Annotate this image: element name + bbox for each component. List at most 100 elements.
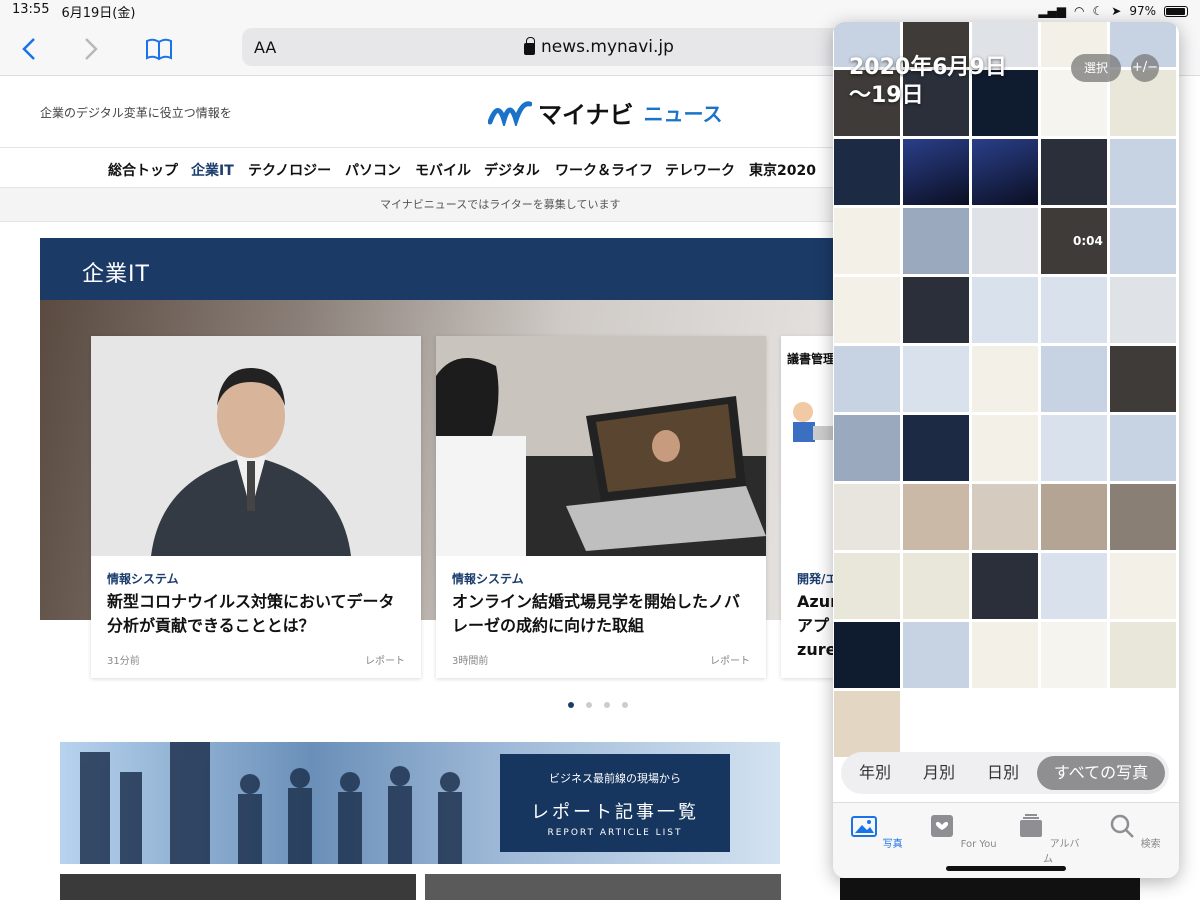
photo-thumbnail[interactable]: [902, 207, 970, 275]
location-icon: ➤: [1111, 4, 1122, 18]
address-bar[interactable]: AA news.mynavi.jp: [242, 28, 862, 66]
photo-thumbnail[interactable]: [833, 276, 901, 344]
article-category: 開発/エ: [797, 572, 838, 586]
segment-all-photos[interactable]: すべての写真: [1037, 756, 1165, 790]
nav-item-tokyo2020[interactable]: 東京2020: [749, 160, 816, 180]
report-title: レポート記事一覧: [531, 802, 699, 823]
photo-thumbnail[interactable]: [833, 345, 901, 413]
photos-view-segmented-control: 年別 月別 日別 すべての写真: [841, 752, 1169, 794]
photo-thumbnail[interactable]: [971, 207, 1039, 275]
battery-icon: [1164, 5, 1188, 17]
photo-thumbnail[interactable]: [971, 552, 1039, 620]
nav-item-top[interactable]: 総合トップ: [108, 160, 178, 180]
photo-thumbnail[interactable]: [1109, 345, 1177, 413]
site-logo[interactable]: マイナビ ニュース: [488, 92, 723, 132]
select-button[interactable]: 選択: [1071, 54, 1121, 82]
photo-thumbnail[interactable]: [971, 138, 1039, 206]
photo-thumbnail[interactable]: [1109, 276, 1177, 344]
carousel-dot[interactable]: [604, 702, 610, 708]
site-header: 企業のデジタル変革に役立つ情報を マイナビ ニュース: [0, 76, 860, 148]
recruit-notice[interactable]: マイナビニュースではライターを募集しています: [0, 188, 860, 222]
photo-thumbnail[interactable]: [902, 483, 970, 551]
segment-years[interactable]: 年別: [845, 756, 905, 790]
photo-thumbnail[interactable]: [1040, 552, 1108, 620]
back-button[interactable]: [14, 34, 44, 64]
site-tagline: 企業のデジタル変革に役立つ情報を: [40, 106, 232, 120]
photo-thumbnail[interactable]: [1109, 414, 1177, 482]
tab-for-you[interactable]: For You: [927, 811, 997, 850]
article-card[interactable]: 情報システム オンライン結婚式場見学を開始したノバレーゼの成約に向けた取組 3時…: [436, 336, 766, 678]
photo-thumbnail[interactable]: [1040, 138, 1108, 206]
photo-thumbnail[interactable]: [1109, 138, 1177, 206]
photos-date-range: 2020年6月9日 〜19日: [849, 54, 1007, 110]
photo-thumbnail[interactable]: [833, 690, 901, 758]
photo-thumbnail[interactable]: [1040, 621, 1108, 689]
home-indicator[interactable]: [946, 866, 1066, 871]
nav-item-technology[interactable]: テクノロジー: [248, 160, 331, 180]
photo-thumbnail[interactable]: [1109, 483, 1177, 551]
search-icon: [1111, 814, 1135, 838]
photo-thumbnail[interactable]: [971, 345, 1039, 413]
photo-thumbnail[interactable]: [971, 276, 1039, 344]
report-subtitle: ビジネス最前線の現場から: [549, 772, 681, 785]
photo-thumbnail[interactable]: [1109, 207, 1177, 275]
segment-days[interactable]: 日別: [973, 756, 1033, 790]
tab-search[interactable]: 検索: [1099, 811, 1169, 850]
photo-thumbnail[interactable]: [1040, 345, 1108, 413]
article-thumbnail[interactable]: [60, 874, 416, 900]
photo-thumbnail[interactable]: [1040, 414, 1108, 482]
photo-thumbnail[interactable]: [833, 207, 901, 275]
photo-thumbnail[interactable]: [833, 138, 901, 206]
photo-thumbnail[interactable]: [971, 483, 1039, 551]
article-title[interactable]: オンライン結婚式場見学を開始したノバレーゼの成約に向けた取組: [452, 590, 752, 638]
photo-thumbnail[interactable]: [833, 552, 901, 620]
nav-item-digital[interactable]: デジタル: [484, 160, 540, 180]
reader-settings-button[interactable]: AA: [254, 38, 276, 57]
photo-thumbnail[interactable]: [833, 483, 901, 551]
tab-albums[interactable]: アルバム: [1013, 811, 1083, 865]
article-type: レポート: [365, 656, 405, 667]
tab-label: 検索: [1140, 839, 1161, 850]
photo-thumbnail[interactable]: [902, 621, 970, 689]
carousel-dot[interactable]: [568, 702, 574, 708]
wifi-icon: ◠: [1074, 4, 1085, 18]
battery-percent: 97%: [1129, 4, 1156, 18]
forward-button[interactable]: [76, 34, 106, 64]
nav-item-enterprise-it[interactable]: 企業IT: [191, 160, 234, 192]
article-type: レポート: [710, 656, 750, 667]
photo-thumbnail[interactable]: [971, 621, 1039, 689]
report-list-box[interactable]: ビジネス最前線の現場から レポート記事一覧 REPORT ARTICLE LIS…: [500, 754, 730, 852]
report-banner[interactable]: ビジネス最前線の現場から レポート記事一覧 REPORT ARTICLE LIS…: [60, 742, 780, 864]
nav-item-mobile[interactable]: モバイル: [415, 160, 471, 180]
photo-thumbnail[interactable]: [1109, 552, 1177, 620]
article-image: [436, 336, 766, 556]
nav-item-pc[interactable]: パソコン: [345, 160, 401, 180]
status-date: 6月19日(金): [61, 5, 136, 21]
bookmarks-button[interactable]: [144, 34, 174, 64]
photo-thumbnail[interactable]: [902, 276, 970, 344]
logo-sub-text: ニュース: [643, 101, 723, 126]
article-card[interactable]: 情報システム 新型コロナウイルス対策においてデータ分析が貢献できることとは？ 3…: [91, 336, 421, 678]
carousel-dot[interactable]: [586, 702, 592, 708]
carousel-dot[interactable]: [622, 702, 628, 708]
photo-thumbnail[interactable]: [902, 414, 970, 482]
photo-thumbnail[interactable]: [902, 552, 970, 620]
photo-thumbnail[interactable]: [1040, 483, 1108, 551]
nav-item-telework[interactable]: テレワーク: [665, 160, 735, 180]
photo-thumbnail[interactable]: [1040, 276, 1108, 344]
nav-item-work-life[interactable]: ワーク＆ライフ: [555, 160, 653, 180]
photo-thumbnail[interactable]: [971, 414, 1039, 482]
photos-date-line1: 2020年6月9日: [849, 55, 1007, 80]
laptop-video-call-photo: [436, 336, 766, 556]
zoom-toggle-button[interactable]: +/−: [1131, 54, 1159, 82]
article-title[interactable]: 新型コロナウイルス対策においてデータ分析が貢献できることとは？: [107, 590, 407, 638]
photo-thumbnail[interactable]: [1109, 621, 1177, 689]
article-thumbnail[interactable]: [425, 874, 781, 900]
photo-thumbnail[interactable]: [902, 138, 970, 206]
segment-months[interactable]: 月別: [909, 756, 969, 790]
tab-photos[interactable]: 写真: [841, 811, 911, 850]
photo-thumbnail[interactable]: [833, 414, 901, 482]
photo-thumbnail[interactable]: [833, 621, 901, 689]
article-category: 情報システム: [107, 572, 179, 586]
photo-thumbnail[interactable]: [902, 345, 970, 413]
